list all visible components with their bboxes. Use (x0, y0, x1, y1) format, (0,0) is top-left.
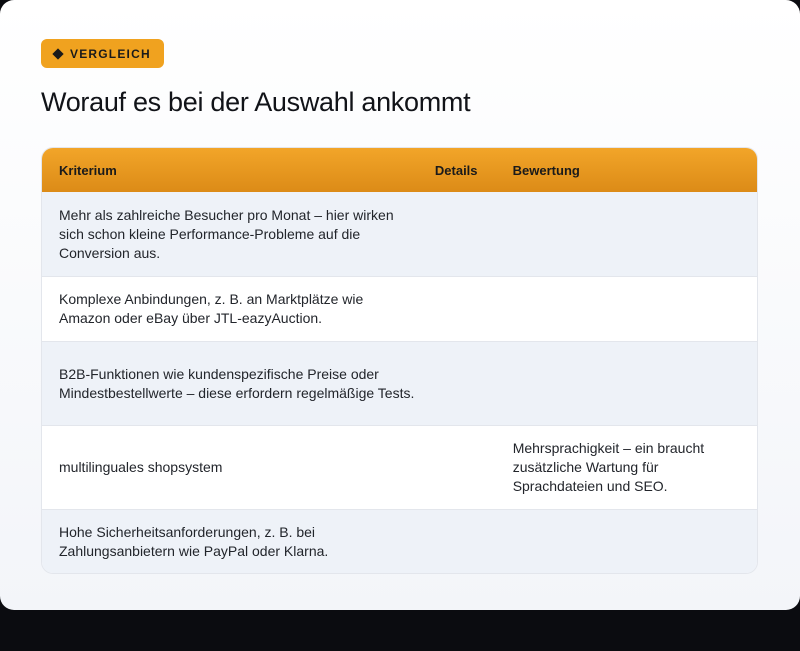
badge-label: VERGLEICH (70, 46, 151, 61)
cell-bewertung (513, 294, 757, 324)
diamond-icon (52, 47, 64, 60)
header-bewertung: Bewertung (512, 162, 580, 178)
cell-kriterium: Komplexe Anbindungen, z. B. an Marktplät… (59, 291, 364, 326)
cell-details (435, 369, 513, 399)
table-row: Komplexe Anbindungen, z. B. an Marktplät… (42, 276, 757, 341)
table-row: B2B-Funktionen wie kundenspezifische Pre… (42, 341, 757, 425)
cell-bewertung (513, 219, 757, 249)
cell-details (435, 453, 513, 483)
cell-bewertung (513, 527, 757, 557)
cell-kriterium: Mehr als zahlreiche Besucher pro Monat –… (59, 206, 394, 261)
table-row: multilinguales shopsystem Mehrsprachigke… (42, 425, 757, 509)
cell-bewertung: Mehrsprachigkeit – ein braucht zusätzlic… (512, 440, 705, 494)
header-kriterium: Kriterium (59, 162, 117, 178)
cell-kriterium: B2B-Funktionen wie kundenspezifische Pre… (59, 365, 415, 401)
cell-details (435, 527, 513, 557)
cell-details (435, 294, 513, 324)
section-badge: VERGLEICH (41, 39, 164, 68)
comparison-table: Kriterium Details Bewertung Mehr als zah… (41, 147, 758, 574)
table-row: Hohe Sicherheitsanforderungen, z. B. bei… (42, 509, 757, 573)
content-card: VERGLEICH Worauf es bei der Auswahl anko… (0, 0, 800, 610)
table-header: Kriterium Details Bewertung (42, 148, 757, 192)
cell-details (435, 219, 513, 249)
header-details: Details (434, 162, 478, 178)
table-row: Mehr als zahlreiche Besucher pro Monat –… (42, 192, 757, 276)
page-title: Worauf es bei der Auswahl ankommt (41, 87, 471, 117)
cell-kriterium: Hohe Sicherheitsanforderungen, z. B. bei… (59, 523, 329, 559)
cell-kriterium: multilinguales shopsystem (59, 459, 223, 475)
table-body: Mehr als zahlreiche Besucher pro Monat –… (42, 192, 757, 573)
cell-bewertung (513, 369, 757, 399)
